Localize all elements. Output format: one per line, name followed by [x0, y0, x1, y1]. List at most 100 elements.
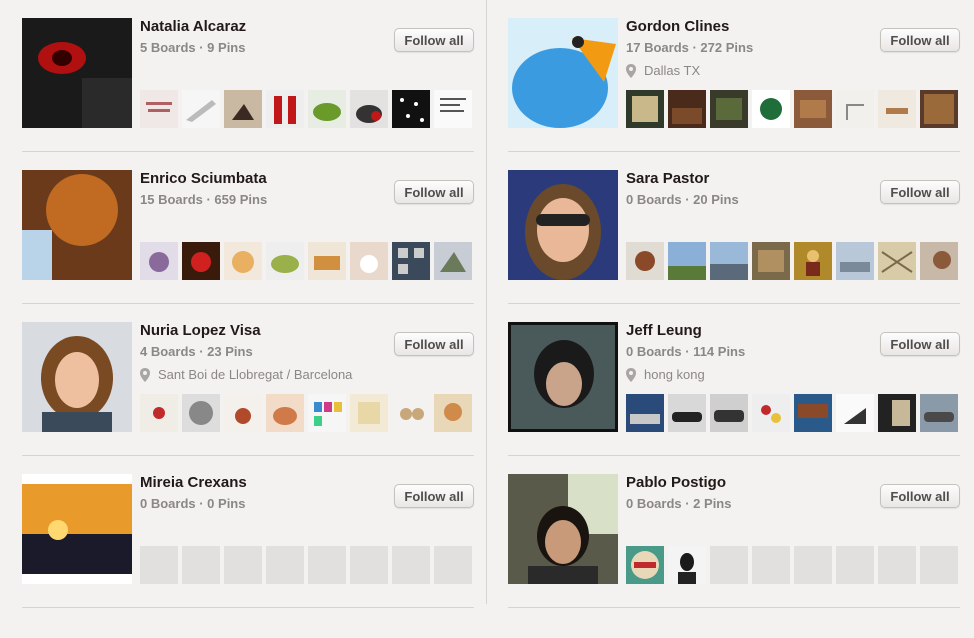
pin-thumbnail[interactable] — [878, 394, 916, 432]
avatar[interactable] — [22, 322, 132, 432]
pin-thumbnail[interactable] — [434, 242, 472, 280]
follow-all-button[interactable]: Follow all — [394, 28, 474, 52]
follow-suggestions-grid: Natalia Alcaraz 5 Boards · 9 Pins Follow… — [0, 0, 974, 638]
follow-all-button[interactable]: Follow all — [880, 180, 960, 204]
avatar[interactable] — [22, 170, 132, 280]
follow-all-button[interactable]: Follow all — [394, 484, 474, 508]
pin-thumbnail[interactable] — [350, 242, 388, 280]
pin-thumbnail[interactable] — [392, 90, 430, 128]
location-pin-icon — [626, 63, 636, 78]
user-name[interactable]: Natalia Alcaraz — [140, 18, 246, 35]
user-stats: 15 Boards · 659 Pins — [140, 192, 268, 207]
pin-thumbnail[interactable] — [668, 394, 706, 432]
pin-thumbnail[interactable] — [920, 394, 958, 432]
avatar[interactable] — [508, 474, 618, 584]
pin-thumbnail[interactable] — [920, 242, 958, 280]
user-stats: 0 Boards · 20 Pins — [626, 192, 739, 207]
follow-all-button[interactable]: Follow all — [880, 484, 960, 508]
avatar[interactable] — [508, 322, 618, 432]
pin-thumbnail[interactable] — [836, 90, 874, 128]
location-text: Dallas TX — [644, 63, 701, 78]
user-name[interactable]: Enrico Sciumbata — [140, 170, 267, 187]
pin-thumbnail[interactable] — [140, 242, 178, 280]
pin-thumbnail[interactable] — [224, 394, 262, 432]
follow-all-button[interactable]: Follow all — [394, 332, 474, 356]
user-name[interactable]: Jeff Leung — [626, 322, 702, 339]
column-divider — [486, 0, 487, 604]
location-text: hong kong — [644, 367, 705, 382]
pin-thumbnail[interactable] — [878, 242, 916, 280]
pin-thumbnail[interactable] — [668, 242, 706, 280]
follow-all-button[interactable]: Follow all — [880, 332, 960, 356]
empty-thumbnail — [878, 546, 916, 584]
pin-thumbnail[interactable] — [308, 394, 346, 432]
avatar[interactable] — [508, 170, 618, 280]
pin-thumbnail[interactable] — [626, 90, 664, 128]
user-name[interactable]: Sara Pastor — [626, 170, 709, 187]
pin-thumbnail[interactable] — [920, 90, 958, 128]
pin-thumbnail[interactable] — [668, 546, 706, 584]
pin-thumbnail[interactable] — [350, 90, 388, 128]
pin-thumbnail[interactable] — [266, 90, 304, 128]
pin-thumbnail[interactable] — [308, 90, 346, 128]
pin-thumbnails — [626, 546, 958, 584]
pin-thumbnail[interactable] — [140, 90, 178, 128]
pin-thumbnail[interactable] — [434, 394, 472, 432]
user-stats: 4 Boards · 23 Pins — [140, 344, 253, 359]
pin-thumbnail[interactable] — [308, 242, 346, 280]
pin-thumbnail[interactable] — [626, 242, 664, 280]
pin-thumbnail[interactable] — [752, 242, 790, 280]
follow-all-button[interactable]: Follow all — [394, 180, 474, 204]
pin-thumbnail[interactable] — [668, 90, 706, 128]
empty-thumbnail — [836, 546, 874, 584]
pin-thumbnail[interactable] — [182, 242, 220, 280]
pin-thumbnail[interactable] — [140, 394, 178, 432]
user-name[interactable]: Mireia Crexans — [140, 474, 247, 491]
user-stats: 5 Boards · 9 Pins — [140, 40, 246, 55]
pin-thumbnail[interactable] — [710, 394, 748, 432]
user-name[interactable]: Pablo Postigo — [626, 474, 726, 491]
pin-thumbnail[interactable] — [626, 546, 664, 584]
pin-thumbnail[interactable] — [794, 242, 832, 280]
pin-thumbnail[interactable] — [392, 394, 430, 432]
empty-thumbnail — [752, 546, 790, 584]
user-name[interactable]: Gordon Clines — [626, 18, 729, 35]
pin-thumbnail[interactable] — [626, 394, 664, 432]
follow-all-button[interactable]: Follow all — [880, 28, 960, 52]
location-text: Sant Boi de Llobregat / Barcelona — [158, 367, 353, 382]
pin-thumbnail[interactable] — [182, 90, 220, 128]
user-name[interactable]: Nuria Lopez Visa — [140, 322, 261, 339]
user-stats: 0 Boards · 2 Pins — [626, 496, 732, 511]
avatar[interactable] — [22, 18, 132, 128]
empty-thumbnail — [182, 546, 220, 584]
location-pin-icon — [140, 367, 150, 382]
location-pin-icon — [626, 367, 636, 382]
pin-thumbnail[interactable] — [392, 242, 430, 280]
pin-thumbnail[interactable] — [836, 242, 874, 280]
pin-thumbnails — [140, 242, 472, 280]
empty-thumbnail — [392, 546, 430, 584]
pin-thumbnail[interactable] — [836, 394, 874, 432]
pin-thumbnail[interactable] — [182, 394, 220, 432]
pin-thumbnail[interactable] — [266, 242, 304, 280]
pin-thumbnail[interactable] — [878, 90, 916, 128]
pin-thumbnail[interactable] — [434, 90, 472, 128]
pin-thumbnails — [140, 546, 472, 584]
pin-thumbnail[interactable] — [794, 394, 832, 432]
user-stats: 0 Boards · 114 Pins — [626, 344, 746, 359]
pin-thumbnail[interactable] — [752, 394, 790, 432]
pin-thumbnails — [626, 90, 958, 128]
avatar[interactable] — [508, 18, 618, 128]
pin-thumbnail[interactable] — [224, 242, 262, 280]
user-stats: 17 Boards · 272 Pins — [626, 40, 754, 55]
pin-thumbnail[interactable] — [710, 90, 748, 128]
avatar[interactable] — [22, 474, 132, 584]
user-card: Jeff Leung 0 Boards · 114 Pins hong kong… — [508, 304, 960, 456]
pin-thumbnail[interactable] — [710, 242, 748, 280]
pin-thumbnail[interactable] — [752, 90, 790, 128]
pin-thumbnail[interactable] — [350, 394, 388, 432]
pin-thumbnail[interactable] — [224, 90, 262, 128]
user-card: Mireia Crexans 0 Boards · 0 Pins Follow … — [22, 456, 474, 608]
pin-thumbnail[interactable] — [266, 394, 304, 432]
pin-thumbnail[interactable] — [794, 90, 832, 128]
